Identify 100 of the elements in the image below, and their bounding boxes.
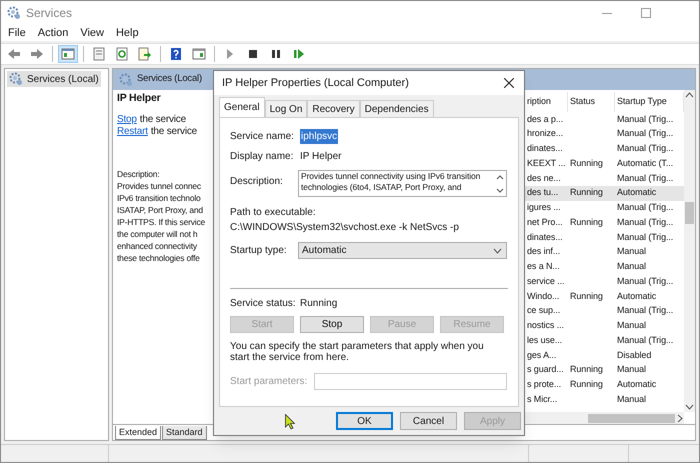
view-tab[interactable]: Extended bbox=[115, 426, 162, 440]
startup-type-select[interactable]: Automatic bbox=[298, 242, 507, 259]
description-text: IP-HTTPS. If this service bbox=[117, 216, 206, 228]
description-text: ISATAP, Port Proxy, and bbox=[117, 204, 203, 216]
table-cell-text: Running bbox=[569, 216, 604, 229]
maximize-icon bbox=[641, 8, 651, 18]
menu-item[interactable]: Action bbox=[32, 24, 74, 42]
description-text: Provides tunnel connec bbox=[117, 180, 201, 192]
table-cell-text: Manual (Trig... bbox=[616, 172, 674, 185]
table-cell-text: s Micr... bbox=[526, 392, 558, 406]
table-cell-text: des tu... bbox=[526, 186, 560, 200]
table-cell-text: Automatic bbox=[616, 186, 658, 200]
table-cell-text: Manual (Trig... bbox=[616, 201, 674, 214]
description-label: Description: bbox=[117, 168, 160, 180]
table-cell-text: es a N... bbox=[526, 260, 561, 274]
table-cell-text: Manual (Trig... bbox=[616, 216, 674, 229]
table-cell-text: Running bbox=[569, 363, 604, 376]
selected-row[interactable]: des tu... Running Automatic bbox=[525, 186, 684, 200]
vertical-scrollbar[interactable] bbox=[684, 90, 695, 412]
table-cell-text: service ... bbox=[526, 274, 566, 288]
table-cell-text: dinates... bbox=[526, 230, 564, 244]
service-name-value: iphlpsvc bbox=[300, 128, 338, 144]
dialog-button[interactable]: Cancel bbox=[400, 412, 457, 430]
field-label: Display name: bbox=[230, 150, 294, 164]
table-cell-text: des ne... bbox=[526, 172, 562, 185]
table-cell-text: net Pro... bbox=[526, 216, 564, 229]
service-link[interactable]: Stop bbox=[117, 114, 137, 126]
description-box[interactable]: Provides tunnel connectivity using IPv6 transition technologies (6to4, ISATAP, Port Proxy, and bbox=[298, 170, 507, 197]
field-label: Service status: bbox=[230, 296, 297, 310]
table-cell-text: Running bbox=[569, 186, 604, 200]
dialog-tab[interactable]: Dependencies bbox=[360, 100, 434, 117]
view-tab[interactable]: Standard bbox=[162, 426, 207, 440]
service-title: IP Helper bbox=[117, 92, 161, 104]
hint-text: You can specify the start parameters that apply when you start the service from here. bbox=[230, 341, 485, 363]
gear-icon bbox=[9, 72, 23, 86]
menu-item[interactable]: View bbox=[75, 24, 109, 42]
table-cell-text: Manual bbox=[616, 245, 647, 258]
field-label: Startup type: bbox=[230, 244, 288, 258]
field-label: Start parameters: bbox=[230, 375, 308, 389]
scroll-down-icon[interactable] bbox=[685, 402, 694, 412]
window-title: Services bbox=[26, 5, 72, 22]
table-cell-text: s guard... bbox=[526, 363, 565, 376]
table-cell-text: Manual (Trig... bbox=[616, 334, 674, 347]
table-cell-text: Running bbox=[569, 378, 604, 392]
table-cell-text: Disabled bbox=[616, 348, 652, 362]
menu-item[interactable]: File bbox=[3, 24, 31, 42]
description-text: Provides tunnel connectivity using IPv6 transition bbox=[301, 171, 482, 182]
description-text: technologies (6to4, ISATAP, Port Proxy, and bbox=[301, 182, 462, 193]
scroll-thumb[interactable] bbox=[588, 414, 676, 422]
description-text: these technologies offe bbox=[117, 252, 200, 264]
table-cell-text: Automatic bbox=[616, 378, 658, 392]
scroll-thumb[interactable] bbox=[685, 202, 694, 224]
table-cell-text: Manual (Trig... bbox=[616, 112, 674, 126]
table-cell-text: Manual (Trig... bbox=[616, 127, 674, 140]
dialog-title: IP Helper Properties (Local Computer) bbox=[222, 76, 410, 91]
table-cell-text: des inf... bbox=[526, 245, 562, 258]
tree-item[interactable]: Services (Local) bbox=[7, 71, 101, 87]
dialog-button[interactable]: OK bbox=[336, 412, 393, 430]
table-cell-text: dinates... bbox=[526, 142, 564, 156]
table-cell-text: Automatic (T... bbox=[616, 156, 674, 170]
table-cell-text: les use... bbox=[526, 334, 564, 347]
console-tree-icon[interactable] bbox=[58, 45, 78, 63]
gear-icon bbox=[7, 6, 21, 20]
table-cell-text: Running bbox=[569, 290, 604, 303]
field-label: Path to executable: bbox=[230, 206, 317, 220]
description-text: the computer will not h bbox=[117, 228, 198, 240]
mouse-pointer-icon bbox=[285, 414, 295, 430]
close-icon bbox=[504, 78, 514, 88]
gear-icon bbox=[119, 72, 133, 86]
table-cell-text: Manual (Trig... bbox=[616, 274, 674, 288]
chevron-down-icon bbox=[493, 248, 502, 254]
table-cell-text: Manual (Trig... bbox=[616, 230, 674, 244]
table-cell-text: Manual bbox=[616, 392, 647, 406]
scroll-up-icon[interactable] bbox=[685, 90, 694, 100]
table-cell-text: des a p... bbox=[526, 112, 564, 126]
table-cell-text: ce sup... bbox=[526, 304, 562, 318]
table-cell-text: Running bbox=[569, 156, 604, 170]
dialog-tab[interactable]: General bbox=[219, 97, 265, 117]
table-cell-text: Manual (Trig... bbox=[616, 142, 674, 156]
service-button[interactable]: Stop bbox=[300, 316, 364, 333]
status-value: Running bbox=[300, 296, 338, 310]
path-value: C:\WINDOWS\System32\svchost.exe -k NetSvcs -p bbox=[230, 221, 460, 235]
link-caption: the service bbox=[140, 114, 186, 126]
table-cell-text: nostics ... bbox=[526, 319, 565, 332]
menu-item[interactable]: Help bbox=[110, 24, 144, 42]
description-text: IPv6 transition technolo bbox=[117, 192, 201, 204]
table-cell-text: Manual bbox=[616, 363, 647, 376]
service-link[interactable]: Restart bbox=[117, 126, 148, 138]
description-text: enhanced connectivity bbox=[117, 240, 197, 252]
table-cell-text: hronize... bbox=[526, 127, 564, 140]
field-label: Service name: bbox=[230, 130, 295, 144]
table-cell-text: Manual (Trig... bbox=[616, 304, 674, 318]
dialog-tab[interactable]: Recovery bbox=[307, 100, 360, 117]
field-label: Description: bbox=[230, 175, 284, 189]
link-caption: the service bbox=[150, 126, 197, 138]
table-cell-text: Manual bbox=[616, 260, 647, 274]
column-header[interactable]: Status bbox=[568, 92, 615, 112]
scroll-right-icon[interactable] bbox=[675, 414, 684, 422]
dialog-tab[interactable]: Log On bbox=[264, 100, 308, 117]
table-cell-text: s prote... bbox=[526, 378, 562, 392]
